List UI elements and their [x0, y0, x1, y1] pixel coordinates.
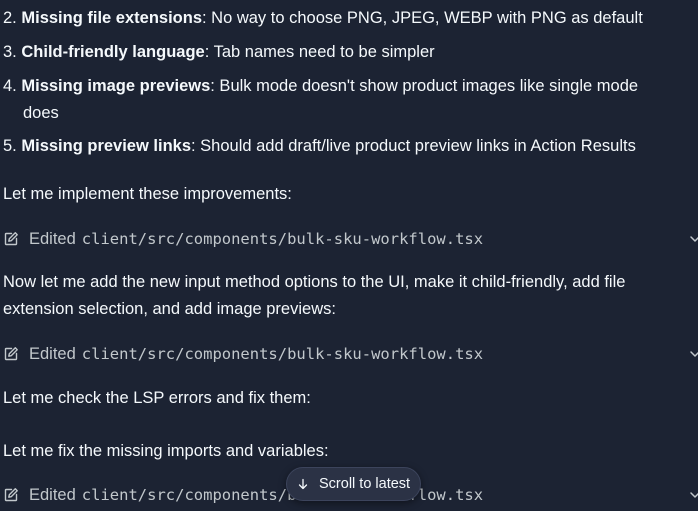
list-item-title: Missing file extensions	[21, 9, 202, 27]
list-item-text: : Tab names need to be simpler	[204, 43, 435, 61]
edit-verb: Edited	[29, 344, 76, 363]
list-item-text: : Bulk mode doesn't show product images …	[210, 77, 639, 95]
scroll-to-latest-label: Scroll to latest	[319, 476, 411, 492]
edited-file-row[interactable]: Edited client/src/components/bulk-sku-wo…	[3, 227, 698, 251]
scroll-to-latest-button[interactable]: Scroll to latest	[286, 467, 422, 501]
list-item-title: Missing preview links	[21, 137, 191, 155]
edit-icon	[4, 488, 18, 502]
assistant-message: Now let me add the new input method opti…	[3, 273, 626, 291]
list-item-continuation: does	[23, 104, 59, 122]
list-item-text: : No way to choose PNG, JPEG, WEBP with …	[202, 9, 643, 27]
assistant-message: Let me check the LSP errors and fix them…	[3, 389, 311, 407]
assistant-message: Let me implement these improvements:	[3, 185, 292, 203]
edit-icon	[4, 232, 18, 246]
edit-verb: Edited	[29, 229, 76, 248]
list-number: 5.	[3, 137, 17, 155]
list-number: 3.	[3, 43, 17, 61]
list-number: 2.	[3, 9, 17, 27]
edit-verb: Edited	[29, 485, 76, 504]
list-item-text: : Should add draft/live product preview …	[191, 137, 636, 155]
chevron-down-icon[interactable]	[688, 347, 698, 361]
list-item: 2. Missing file extensions: No way to ch…	[3, 6, 643, 30]
list-item-title: Missing image previews	[21, 77, 211, 95]
list-item: 3. Child-friendly language: Tab names ne…	[3, 40, 435, 64]
list-item-title: Child-friendly language	[21, 43, 205, 61]
file-path: client/src/components/bulk-sku-workflow.…	[81, 230, 484, 248]
assistant-message: Let me fix the missing imports and varia…	[3, 442, 329, 460]
chevron-down-icon[interactable]	[688, 488, 698, 502]
chevron-down-icon[interactable]	[688, 232, 698, 246]
assistant-message-continuation: extension selection, and add image previ…	[3, 300, 336, 318]
list-item: 4. Missing image previews: Bulk mode doe…	[3, 74, 638, 98]
file-path: client/src/components/bulk-sku-workflow.…	[81, 486, 484, 504]
file-path: client/src/components/bulk-sku-workflow.…	[81, 345, 484, 363]
edit-icon	[4, 347, 18, 361]
list-number: 4.	[3, 77, 17, 95]
list-item: 5. Missing preview links: Should add dra…	[3, 134, 636, 158]
edited-file-row[interactable]: Edited client/src/components/bulk-sku-wo…	[3, 342, 698, 366]
arrow-down-icon	[298, 478, 308, 490]
